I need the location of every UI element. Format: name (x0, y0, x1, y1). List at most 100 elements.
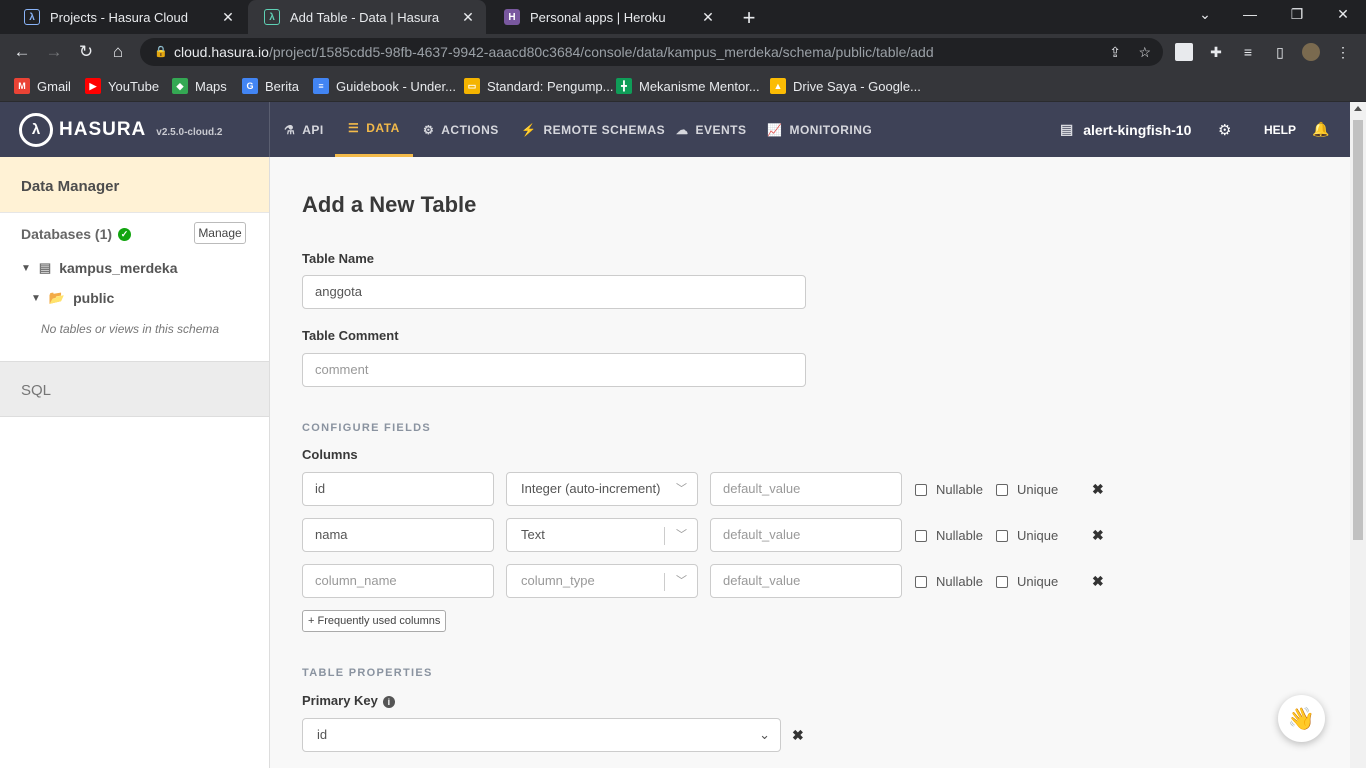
close-icon[interactable]: ✕ (220, 9, 236, 26)
new-tab-icon[interactable]: + (738, 5, 760, 31)
data-manager-header[interactable]: Data Manager (0, 157, 269, 213)
close-icon[interactable]: ✕ (460, 9, 476, 26)
browser-toolbar: ← → ↻ ⌂ 🔒 cloud.hasura.io/project/1585cd… (0, 34, 1366, 70)
table-name-input[interactable]: anggota (302, 275, 806, 309)
server-icon: ▤ (1060, 121, 1074, 137)
project-selector[interactable]: ▤ alert-kingfish-10 (1060, 102, 1191, 157)
lock-icon: 🔒 (154, 46, 168, 58)
remove-column-icon[interactable]: ✖ (1092, 573, 1104, 590)
chart-icon: 📈 (767, 122, 783, 137)
home-icon[interactable]: ⌂ (108, 42, 128, 62)
manage-button[interactable]: Manage (194, 222, 246, 244)
window-close-icon[interactable]: ✕ (1333, 6, 1353, 23)
heroku-icon: H (504, 9, 520, 25)
chevron-down-icon: ﹀ (676, 575, 687, 587)
nav-monitoring[interactable]: 📈 MONITORING (767, 102, 872, 157)
column-name-input[interactable]: column_name (302, 564, 494, 598)
nav-data[interactable]: ☰ DATA (335, 102, 413, 157)
bookmark-berita[interactable]: G Berita (242, 78, 299, 94)
share-icon[interactable]: ⇪ (1109, 38, 1121, 66)
remove-column-icon[interactable]: ✖ (1092, 527, 1104, 544)
minimize-icon[interactable]: — (1240, 6, 1260, 22)
bookmarks-bar: M Gmail ▶ YouTube ◆ Maps G Berita ≡ Guidebook… (0, 70, 1366, 102)
bookmark-maps[interactable]: ◆ Maps (172, 78, 227, 94)
columns-label: Columns (302, 447, 358, 462)
bookmark-mekanisme[interactable]: ╋ Mekanisme Mentor... (616, 78, 760, 94)
menu-icon[interactable]: ⋮ (1334, 43, 1352, 61)
brand[interactable]: λ HASURA v2.5.0-cloud.2 (0, 102, 270, 157)
back-icon[interactable]: ← (12, 42, 32, 62)
nav-actions[interactable]: ⚙ ACTIONS (423, 102, 499, 157)
url-host: cloud.hasura.io (174, 44, 269, 60)
chevron-down-icon: ▼ (31, 292, 41, 304)
column-default-input[interactable]: default_value (710, 472, 902, 506)
address-bar[interactable]: 🔒 cloud.hasura.io/project/1585cdd5-98fb-… (140, 38, 1163, 66)
media-icon[interactable]: ≡ (1239, 43, 1257, 61)
browser-tab-projects[interactable]: λ Projects - Hasura Cloud ✕ (8, 0, 246, 34)
hasura-logo-icon: λ (19, 112, 53, 147)
column-default-input[interactable]: default_value (710, 564, 902, 598)
column-name-input[interactable]: id (302, 472, 494, 506)
empty-schema-note: No tables or views in this schema (41, 322, 220, 336)
nav-remote-schemas[interactable]: ⚡ REMOTE SCHEMAS (521, 102, 665, 157)
tree-schema[interactable]: ▼ 📂 public (31, 290, 114, 306)
column-type-select[interactable]: Integer (auto-increment) ﹀ (506, 472, 698, 506)
bell-icon[interactable]: 🔔 (1312, 121, 1329, 138)
column-type-select[interactable]: Text ﹀ (506, 518, 698, 552)
frequently-used-columns-button[interactable]: + Frequently used columns (302, 610, 447, 632)
tab-search-icon[interactable]: ⌄ (1195, 6, 1215, 23)
nullable-checkbox[interactable]: Nullable (915, 482, 983, 497)
nav-api[interactable]: ⚗ API (284, 102, 324, 157)
extension-icon[interactable] (1175, 43, 1193, 61)
column-type-select[interactable]: column_type ﹀ (506, 564, 698, 598)
flask-icon: ⚗ (284, 122, 296, 137)
scrollbar-thumb[interactable] (1353, 120, 1363, 540)
reload-icon[interactable]: ↻ (76, 42, 96, 62)
settings-gear-icon[interactable]: ⚙ (1218, 121, 1231, 139)
help-link[interactable]: HELP (1264, 123, 1296, 137)
forward-icon[interactable]: → (44, 42, 64, 62)
bookmark-standard[interactable]: ▭ Standard: Pengump... (464, 78, 613, 94)
bookmark-guidebook[interactable]: ≡ Guidebook - Under... (313, 78, 456, 94)
column-name-input[interactable]: nama (302, 518, 494, 552)
primary-key-select[interactable]: id ⌄ (302, 718, 781, 752)
browser-tab-heroku[interactable]: H Personal apps | Heroku ✕ (488, 0, 726, 34)
table-comment-input[interactable]: comment (302, 353, 806, 387)
nav-events[interactable]: ☁ EVENTS (676, 102, 747, 157)
browser-tab-strip: λ Projects - Hasura Cloud ✕ λ Add Table … (0, 0, 1366, 34)
column-default-input[interactable]: default_value (710, 518, 902, 552)
sidebar-item-sql[interactable]: SQL (0, 361, 269, 417)
info-icon[interactable]: i (382, 695, 395, 708)
plug-icon: ⚡ (521, 122, 537, 137)
close-icon[interactable]: ✕ (700, 9, 716, 26)
remove-column-icon[interactable]: ✖ (1092, 481, 1104, 498)
table-comment-label: Table Comment (302, 328, 399, 343)
unique-checkbox[interactable]: Unique (996, 482, 1058, 497)
profile-avatar[interactable] (1302, 43, 1320, 61)
bookmark-gmail[interactable]: M Gmail (14, 78, 71, 94)
gmail-icon: M (14, 78, 30, 94)
nullable-checkbox[interactable]: Nullable (915, 528, 983, 543)
wave-hand-icon[interactable]: 👋 (1278, 695, 1325, 742)
unique-checkbox[interactable]: Unique (996, 528, 1058, 543)
bookmark-drive[interactable]: ▲ Drive Saya - Google... (770, 78, 921, 94)
check-icon: ✓ (118, 227, 132, 241)
bookmark-star-icon[interactable]: ☆ (1138, 38, 1151, 66)
hasura-icon: λ (24, 9, 40, 25)
tree-database[interactable]: ▼ ▤ kampus_merdeka (21, 260, 178, 276)
drive-icon: ▲ (770, 78, 786, 94)
configure-fields-heading: CONFIGURE FIELDS (302, 422, 431, 434)
scroll-up-icon[interactable] (1354, 106, 1362, 111)
side-panel-icon[interactable]: ▯ (1271, 43, 1289, 61)
browser-tab-add-table[interactable]: λ Add Table - Data | Hasura ✕ (248, 0, 486, 34)
restore-icon[interactable]: ❐ (1287, 6, 1307, 23)
maps-icon: ◆ (172, 78, 188, 94)
nullable-checkbox[interactable]: Nullable (915, 574, 983, 589)
page-scrollbar[interactable] (1350, 102, 1366, 768)
puzzle-icon[interactable]: ✚ (1207, 43, 1225, 61)
page-title: Add a New Table (302, 192, 477, 217)
remove-primary-key-icon[interactable]: ✖ (792, 727, 804, 744)
version-label: v2.5.0-cloud.2 (156, 126, 223, 138)
bookmark-youtube[interactable]: ▶ YouTube (85, 78, 159, 94)
unique-checkbox[interactable]: Unique (996, 574, 1058, 589)
